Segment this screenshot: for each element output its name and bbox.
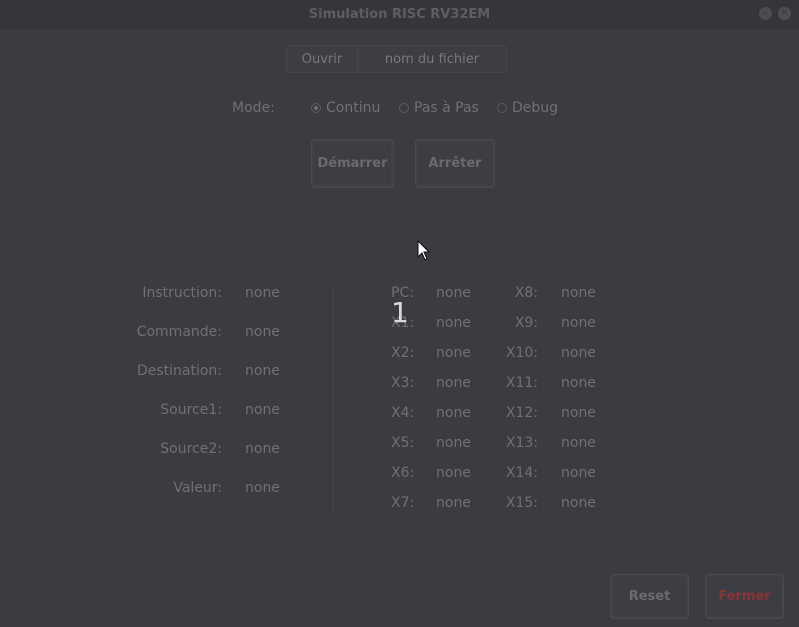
info-label: Source2: <box>160 441 222 457</box>
register-value: none <box>561 345 596 361</box>
register-value: none <box>561 435 596 451</box>
info-label: Source1: <box>160 402 222 418</box>
register-value: none <box>436 435 471 451</box>
register-value: none <box>561 315 596 331</box>
start-button[interactable]: Démarrer <box>311 139 394 188</box>
radio-pas-a-pas[interactable]: Pas à Pas <box>399 100 479 116</box>
register-label: X10: <box>505 345 538 361</box>
register-label: X11: <box>505 375 538 391</box>
radio-icon <box>497 103 507 113</box>
radio-continu-label: Continu <box>326 100 381 116</box>
info-value: none <box>245 402 280 418</box>
mouse-cursor-icon <box>417 240 431 261</box>
close-icon[interactable]: ✕ <box>778 7 791 20</box>
minimize-icon[interactable]: – <box>759 7 772 20</box>
radio-continu[interactable]: Continu <box>311 100 380 116</box>
register-value: none <box>561 405 596 421</box>
register-value: none <box>436 285 471 301</box>
register-value: none <box>561 375 596 391</box>
info-label: Commande: <box>136 324 222 340</box>
close-button[interactable]: Fermer <box>705 574 784 619</box>
info-value: none <box>245 480 280 496</box>
register-label: X15: <box>505 495 538 511</box>
register-label: X7: <box>391 495 415 511</box>
window-title: Simulation RISC RV32EM <box>308 7 491 22</box>
register-value: none <box>561 285 596 301</box>
radio-selected-icon <box>311 103 321 113</box>
overlay-number: 1 <box>391 296 409 329</box>
radio-debug-label: Debug <box>512 100 559 116</box>
register-value: none <box>436 375 471 391</box>
register-label: X2: <box>391 345 415 361</box>
info-value: none <box>245 441 280 457</box>
info-label: Instruction: <box>142 285 222 301</box>
info-label: Valeur: <box>173 480 222 496</box>
register-value: none <box>436 315 471 331</box>
register-label: X6: <box>391 465 415 481</box>
register-value: none <box>436 495 471 511</box>
register-label: X3: <box>391 375 415 391</box>
register-label: X4: <box>391 405 415 421</box>
column-divider <box>333 286 334 512</box>
info-label: Destination: <box>136 363 222 379</box>
register-value: none <box>561 495 596 511</box>
open-button[interactable]: Ouvrir <box>287 46 358 72</box>
info-value: none <box>245 363 280 379</box>
file-chooser: Ouvrir nom du fichier <box>286 45 507 73</box>
title-bar: Simulation RISC RV32EM – ✕ <box>0 0 799 29</box>
register-label: X8: <box>514 285 538 301</box>
register-value: none <box>561 465 596 481</box>
filename-field[interactable]: nom du fichier <box>358 46 506 72</box>
info-value: none <box>245 285 280 301</box>
stop-button[interactable]: Arrêter <box>415 139 495 188</box>
radio-pas-a-pas-label: Pas à Pas <box>414 100 479 116</box>
register-label: X9: <box>514 315 538 331</box>
reset-button[interactable]: Reset <box>610 574 689 619</box>
register-label: X12: <box>505 405 538 421</box>
register-label: X5: <box>391 435 415 451</box>
register-label: X14: <box>505 465 538 481</box>
info-value: none <box>245 324 280 340</box>
register-label: X13: <box>505 435 538 451</box>
window-controls: – ✕ <box>759 7 791 20</box>
mode-label: Mode: <box>232 100 275 116</box>
register-value: none <box>436 345 471 361</box>
register-value: none <box>436 405 471 421</box>
radio-debug[interactable]: Debug <box>497 100 558 116</box>
register-value: none <box>436 465 471 481</box>
radio-icon <box>399 103 409 113</box>
